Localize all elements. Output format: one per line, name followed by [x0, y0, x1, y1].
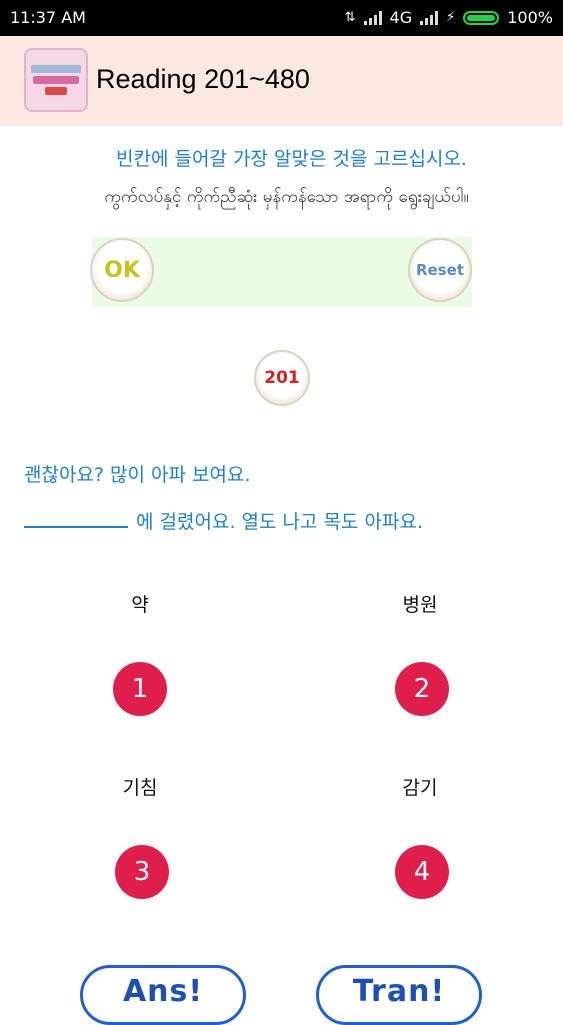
status-time: 11:37 AM	[10, 8, 86, 27]
battery-level: 100%	[507, 8, 553, 27]
instruction-korean: 빈칸에 들어갈 가장 알맞은 것을 고르십시오.	[116, 148, 467, 170]
option-4-label: 감기	[402, 777, 438, 799]
status-bar: 11:37 AM ⇅ 4G ⚡ 100%	[0, 0, 563, 36]
question-line-2-text: 에 걸렸어요. 열도 나고 목도 아파요.	[136, 511, 423, 533]
battery-icon	[463, 10, 500, 25]
option-1-button[interactable]: 1	[113, 662, 167, 716]
ok-button[interactable]: OK	[90, 238, 154, 302]
charging-icon: ⚡	[446, 10, 456, 25]
answer-button[interactable]: Ans!	[80, 965, 246, 1025]
option-4-button[interactable]: 4	[395, 845, 449, 899]
network-type: 4G	[389, 8, 413, 27]
option-2-button[interactable]: 2	[395, 662, 449, 716]
option-2-label: 병원	[402, 594, 438, 616]
option-3-button[interactable]: 3	[115, 845, 169, 899]
signal-icon	[363, 10, 382, 25]
app-logo-icon	[24, 48, 88, 112]
option-1-label: 약	[131, 594, 149, 616]
data-transfer-icon: ⇅	[344, 10, 356, 25]
translate-button[interactable]: Tran!	[316, 965, 482, 1025]
question-number-badge: 201	[254, 350, 310, 406]
app-bar: Reading 201~480	[0, 36, 563, 126]
question-line-2: 에 걸렸어요. 열도 나고 목도 아파요.	[24, 507, 423, 534]
status-icons: ⇅ 4G ⚡ 100%	[345, 8, 553, 27]
option-3-label: 기침	[122, 777, 158, 799]
answer-blank	[24, 508, 128, 528]
signal-icon-2	[420, 10, 439, 25]
question-line-1: 괜찮아요? 많이 아파 보여요.	[24, 464, 251, 486]
app-title: Reading 201~480	[96, 64, 310, 94]
reset-button[interactable]: Reset	[408, 238, 472, 302]
instruction-myanmar: ကွက်လပ်နှင့် ကိုက်ညီဆုံး မှန်ကန်သော အရာက…	[104, 187, 469, 207]
